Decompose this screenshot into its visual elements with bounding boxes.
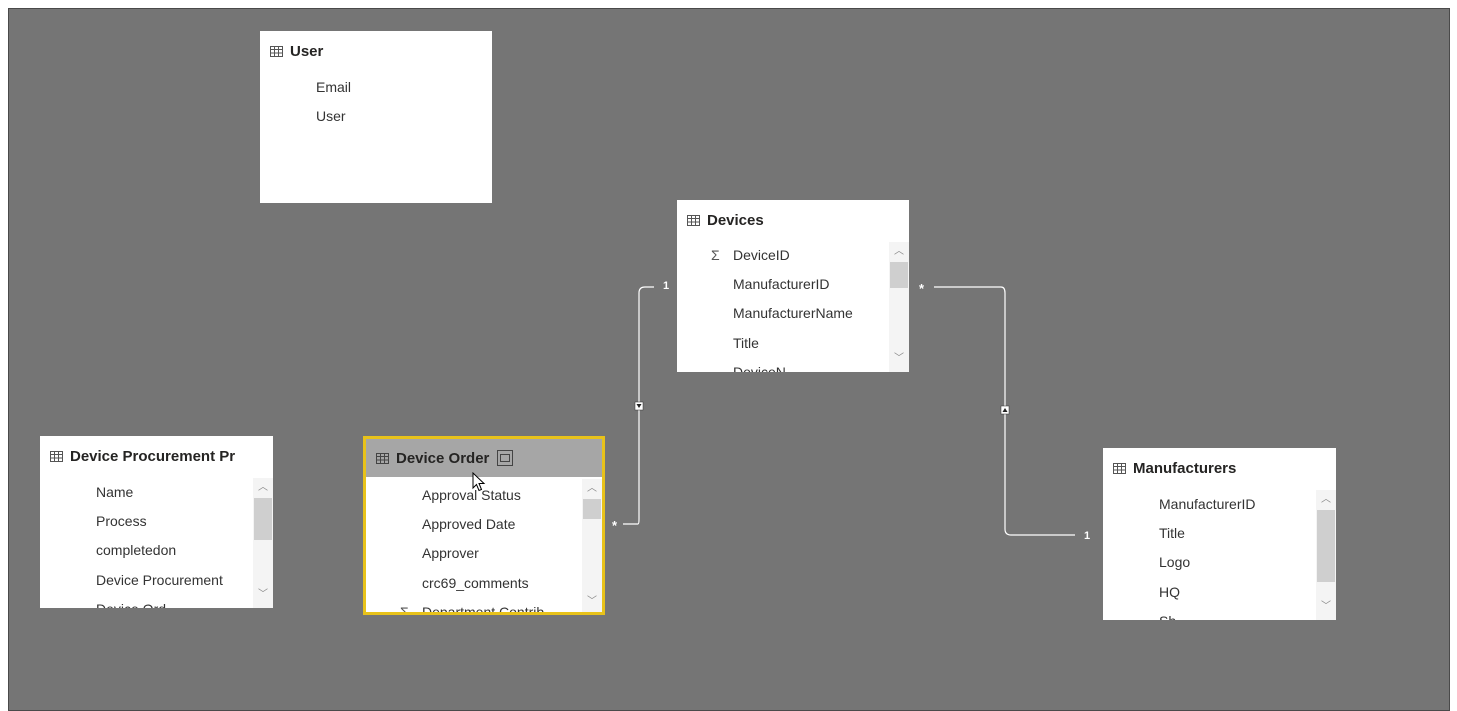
vertical-scrollbar[interactable]: ︿ ﹀	[253, 478, 273, 608]
scroll-down-icon[interactable]: ﹀	[582, 595, 602, 609]
table-header[interactable]: User	[260, 31, 492, 71]
vertical-scrollbar[interactable]: ︿ ﹀	[889, 242, 909, 372]
field-manufacturerid[interactable]: ManufacturerID	[1159, 493, 1255, 515]
field-process[interactable]: Process	[96, 510, 147, 532]
table-icon	[270, 45, 283, 57]
scroll-thumb[interactable]	[1317, 510, 1335, 582]
expand-icon[interactable]	[497, 450, 514, 466]
cardinality-one-label: 1	[663, 280, 669, 292]
scroll-thumb[interactable]	[583, 499, 601, 519]
scroll-down-icon[interactable]: ﹀	[889, 352, 909, 366]
field-completedon[interactable]: completedon	[96, 539, 176, 561]
scroll-down-icon[interactable]: ﹀	[253, 588, 273, 602]
field-user[interactable]: User	[316, 105, 346, 127]
relationship-order-devices[interactable]	[623, 286, 654, 525]
table-header[interactable]: Manufacturers	[1103, 448, 1336, 488]
table-icon	[687, 214, 700, 226]
field-title[interactable]: Title	[1159, 522, 1185, 544]
table-icon	[1113, 462, 1126, 474]
field-name[interactable]: Name	[96, 481, 133, 503]
table-title: Manufacturers	[1133, 459, 1237, 477]
table-card-manufacturers[interactable]: Manufacturers ManufacturerID Title Logo …	[1103, 448, 1336, 620]
table-card-devices[interactable]: Devices Σ DeviceID ManufacturerID Manufac…	[677, 200, 909, 372]
cardinality-many-label: *	[612, 518, 618, 533]
table-icon	[50, 450, 63, 462]
table-title: User	[290, 42, 324, 60]
table-card-device-order[interactable]: Device Order Approval Status Approved Da…	[363, 436, 605, 615]
scroll-down-icon[interactable]: ﹀	[1316, 600, 1336, 614]
table-icon	[376, 452, 389, 464]
field-email[interactable]: Email	[316, 76, 351, 98]
scroll-up-icon[interactable]: ︿	[889, 245, 909, 259]
scroll-up-icon[interactable]: ︿	[1316, 493, 1336, 507]
table-title: Device Order	[396, 449, 490, 467]
vertical-scrollbar[interactable]: ︿ ﹀	[582, 479, 602, 612]
table-title: Device Procurement Pr	[70, 447, 236, 465]
scroll-thumb[interactable]	[254, 498, 272, 540]
vertical-scrollbar[interactable]: ︿ ﹀	[1316, 490, 1336, 620]
table-card-device-procurement[interactable]: Device Procurement Pr Name Process compl…	[40, 436, 273, 608]
field-crc69-comments[interactable]: crc69_comments	[422, 572, 529, 594]
table-header[interactable]: Device Procurement Pr	[40, 436, 273, 476]
cardinality-many-label: *	[919, 281, 925, 296]
field-approver[interactable]: Approver	[422, 542, 479, 564]
field-title[interactable]: Title	[733, 332, 759, 354]
sigma-icon: Σ	[711, 247, 720, 263]
field-partial[interactable]: Sh...	[1159, 610, 1188, 620]
table-title: Devices	[707, 211, 764, 229]
table-card-user[interactable]: User Email User	[260, 31, 492, 203]
field-deviceid[interactable]: Σ DeviceID	[711, 244, 790, 266]
relationship-devices-manufacturers[interactable]	[934, 286, 1075, 536]
field-department-contribution-partial[interactable]: Σ Department Contrib...	[400, 601, 556, 612]
sigma-icon: Σ	[400, 604, 409, 615]
field-device-order-partial[interactable]: Device Ord...	[96, 598, 178, 608]
scroll-up-icon[interactable]: ︿	[582, 482, 602, 496]
scroll-thumb[interactable]	[890, 262, 908, 288]
table-header[interactable]: Devices	[677, 200, 909, 240]
field-hq[interactable]: HQ	[1159, 581, 1180, 603]
pointer-cursor-icon	[472, 472, 486, 492]
field-device-procurement[interactable]: Device Procurement	[96, 569, 223, 591]
scroll-up-icon[interactable]: ︿	[253, 481, 273, 495]
field-manufacturername[interactable]: ManufacturerName	[733, 302, 853, 324]
field-devicename-partial[interactable]: DeviceN...	[733, 361, 798, 372]
cardinality-one-label: 1	[1084, 530, 1090, 542]
field-manufacturerid[interactable]: ManufacturerID	[733, 273, 829, 295]
model-diagram-canvas[interactable]: 1 * * 1 User Email User Devices Σ DeviceI…	[8, 8, 1450, 711]
field-approved-date[interactable]: Approved Date	[422, 513, 515, 535]
field-logo[interactable]: Logo	[1159, 551, 1190, 573]
